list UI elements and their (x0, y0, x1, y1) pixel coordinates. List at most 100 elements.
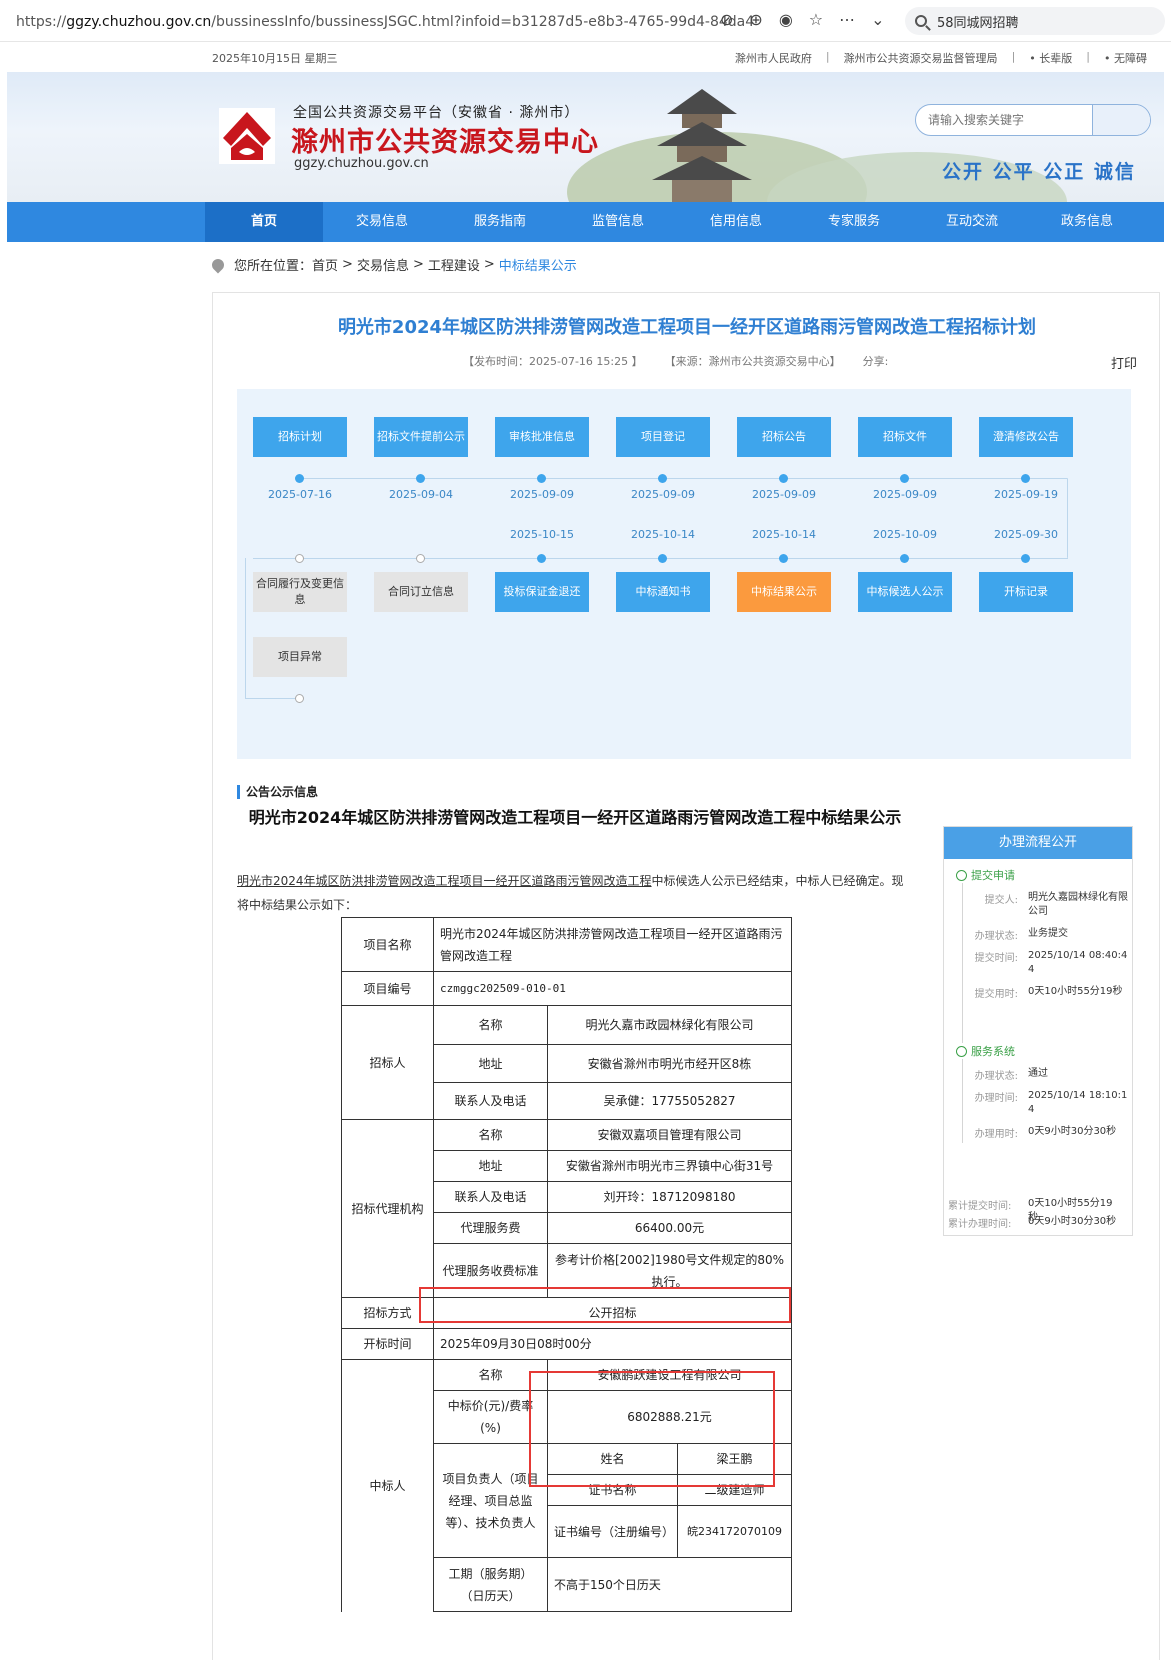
info-row: 提交时间: 2025/10/14 08:40:44 (956, 949, 1128, 977)
link-accessibility[interactable]: • 无障碍 (1104, 50, 1147, 66)
cell-agency-name: 安徽双嘉项目管理有限公司 (547, 1119, 792, 1151)
service-duration: 0天9小时30分30秒 (1028, 1126, 1117, 1137)
star-icon[interactable]: ☆ (809, 10, 823, 29)
browser-search[interactable]: 58同城网招聘 (905, 7, 1165, 35)
cell-label: 中标人 (341, 1359, 434, 1612)
location-icon[interactable]: ◉ (779, 10, 793, 29)
flow-step-announcement[interactable]: 招标公告 (737, 417, 831, 457)
flow-step-candidates[interactable]: 中标候选人公示 (858, 572, 952, 612)
cell-tenderer-address: 安徽省滁州市明光市经开区8栋 (547, 1044, 792, 1083)
flow-line (245, 558, 246, 698)
highlight-box-person (529, 1371, 775, 1487)
site-search-button[interactable] (1092, 105, 1150, 135)
process-flow: 招标计划 招标文件提前公示 审核批准信息 项目登记 招标公告 招标文件 澄清修改… (237, 389, 1131, 759)
breadcrumb-home[interactable]: 首页 (312, 255, 338, 274)
cell-tenderer-name: 明光久嘉市政园林绿化有限公司 (547, 1005, 792, 1045)
info-row: 办理状态: 通过 (956, 1067, 1128, 1082)
cell-label: 地址 (433, 1150, 548, 1182)
info-key: 累计办理时间: (948, 1219, 1012, 1230)
link-supervision-bureau[interactable]: 滁州市公共资源交易监督管理局 (844, 50, 998, 66)
flow-step-award-notice[interactable]: 中标通知书 (616, 572, 710, 612)
info-row: 提交人: 明光久嘉园林绿化有限公司 (956, 891, 1128, 919)
flow-date: 2025-10-09 (873, 528, 937, 541)
flow-step-project-abnormal[interactable]: 项目异常 (253, 637, 347, 677)
link-city-government[interactable]: 滁州市人民政府 (735, 50, 812, 66)
flow-step-approval[interactable]: 审核批准信息 (495, 417, 589, 457)
flow-dot (900, 474, 909, 483)
flow-dot (1021, 554, 1030, 563)
info-row: 累计办理时间: 0天9小时30分30秒 (948, 1215, 1120, 1230)
flow-step-tender-plan[interactable]: 招标计划 (253, 417, 347, 457)
total-process-time: 0天9小时30分30秒 (1028, 1216, 1117, 1227)
separator: | (1011, 50, 1016, 63)
step-submit: 提交申请 (956, 867, 1015, 883)
cell-label: 名称 (433, 1119, 548, 1151)
flow-step-doc-prenotice[interactable]: 招标文件提前公示 (374, 417, 468, 457)
cell-tenderer-contact: 吴承健：17755052827 (547, 1082, 792, 1120)
cell-label: 联系人及电话 (433, 1082, 548, 1120)
flow-step-contract-change[interactable]: 合同履行及变更信息 (253, 572, 347, 612)
top-info-bar: 2025年10月15日 星期三 滁州市人民政府 | 滁州市公共资源交易监督管理局… (0, 42, 1171, 72)
nav-supervision[interactable]: 监管信息 (559, 202, 677, 242)
breadcrumb-sep: > (412, 257, 424, 272)
flow-date: 2025-07-16 (268, 488, 332, 501)
url-host: ggzy.chuzhou.gov.cn (66, 14, 212, 30)
nav-government[interactable]: 政务信息 (1031, 202, 1143, 242)
article-title: 明光市2024年城区防洪排涝管网改造工程项目一经开区道路雨污管网改造工程招标计划 (337, 317, 1037, 338)
award-result-table: 项目名称 明光市2024年城区防洪排涝管网改造工程项目一经开区道路雨污管网改造工… (341, 917, 792, 1612)
site-logo-icon (219, 108, 275, 164)
cell-label: 工期（服务期）（日历天） (433, 1557, 548, 1612)
breadcrumb-label: 您所在位置： (234, 259, 313, 274)
article-container: 明光市2024年城区防洪排涝管网改造工程项目一经开区道路雨污管网改造工程招标计划… (212, 292, 1160, 1660)
link-elder-mode[interactable]: • 长辈版 (1029, 50, 1072, 66)
cell-agency-fee: 66400.00元 (547, 1212, 792, 1244)
nav-expert[interactable]: 专家服务 (795, 202, 913, 242)
breadcrumb-sep: > (483, 257, 495, 272)
nav-interaction[interactable]: 互动交流 (913, 202, 1031, 242)
accessibility-label: 无障碍 (1114, 52, 1147, 65)
flow-step-clarification[interactable]: 澄清修改公告 (979, 417, 1073, 457)
nav-credit[interactable]: 信用信息 (677, 202, 795, 242)
flow-dot (1021, 474, 1030, 483)
flow-dot (416, 554, 425, 563)
flow-step-registration[interactable]: 项目登记 (616, 417, 710, 457)
flow-step-opening-record[interactable]: 开标记录 (979, 572, 1073, 612)
info-row: 办理用时: 0天9小时30分30秒 (956, 1125, 1128, 1140)
flow-step-contract-signing[interactable]: 合同订立信息 (374, 572, 468, 612)
process-panel-header: 办理流程公开 (944, 827, 1132, 859)
breadcrumb-trade-info[interactable]: 交易信息 (357, 255, 409, 274)
process-panel: 办理流程公开 提交申请 提交人: 明光久嘉园林绿化有限公司 办理状态: 业务提交 提… (943, 826, 1133, 1236)
tracking-protection-icon[interactable]: ⊘ (720, 10, 733, 29)
more-icon[interactable]: ⋯ (839, 10, 855, 29)
article-source: 【来源：滁州市公共资源交易中心】 (664, 355, 841, 368)
cell-label: 项目编号 (341, 971, 434, 1006)
submit-time: 2025/10/14 08:40:44 (1028, 950, 1128, 975)
chevron-down-icon[interactable]: ⌄ (871, 10, 884, 29)
current-date: 2025年10月15日 星期三 (212, 52, 338, 65)
project-link[interactable]: 明光市2024年城区防洪排涝管网改造工程项目一经开区道路雨污管网改造工程 (237, 874, 652, 888)
print-button[interactable]: 打印 (1111, 353, 1137, 372)
url-rest: /bussinessInfo/bussinessJSGC.html?infoid… (211, 14, 755, 30)
flow-step-award-result[interactable]: 中标结果公示 (737, 572, 831, 612)
flow-date: 2025-09-09 (510, 488, 574, 501)
flow-date: 2025-09-19 (994, 488, 1058, 501)
zoom-icon[interactable]: ⊕ (749, 10, 762, 29)
flow-step-deposit-refund[interactable]: 投标保证金退还 (495, 572, 589, 612)
cell-label: 代理服务费 (433, 1212, 548, 1244)
submitter: 明光久嘉园林绿化有限公司 (1028, 892, 1128, 917)
flow-date: 2025-10-15 (510, 528, 574, 541)
breadcrumb-engineering[interactable]: 工程建设 (428, 255, 480, 274)
flow-date: 2025-10-14 (752, 528, 816, 541)
notice-title: 明光市2024年城区防洪排涝管网改造工程项目一经开区道路雨污管网改造工程中标结果… (248, 808, 902, 827)
nav-trade-info[interactable]: 交易信息 (323, 202, 441, 242)
main-nav: 首页 交易信息 服务指南 监管信息 信用信息 专家服务 互动交流 政务信息 (7, 202, 1164, 242)
nav-home[interactable]: 首页 (205, 202, 323, 242)
nav-service-guide[interactable]: 服务指南 (441, 202, 559, 242)
info-key: 办理时间: (974, 1093, 1018, 1104)
site-search-input[interactable] (916, 105, 1092, 135)
cell-project-name: 明光市2024年城区防洪排涝管网改造工程项目一经开区道路雨污管网改造工程 (433, 917, 792, 972)
cell-period: 不高于150个日历天 (547, 1557, 792, 1612)
flow-step-tender-doc[interactable]: 招标文件 (858, 417, 952, 457)
info-key: 提交时间: (974, 953, 1018, 964)
cell-label: 地址 (433, 1044, 548, 1083)
